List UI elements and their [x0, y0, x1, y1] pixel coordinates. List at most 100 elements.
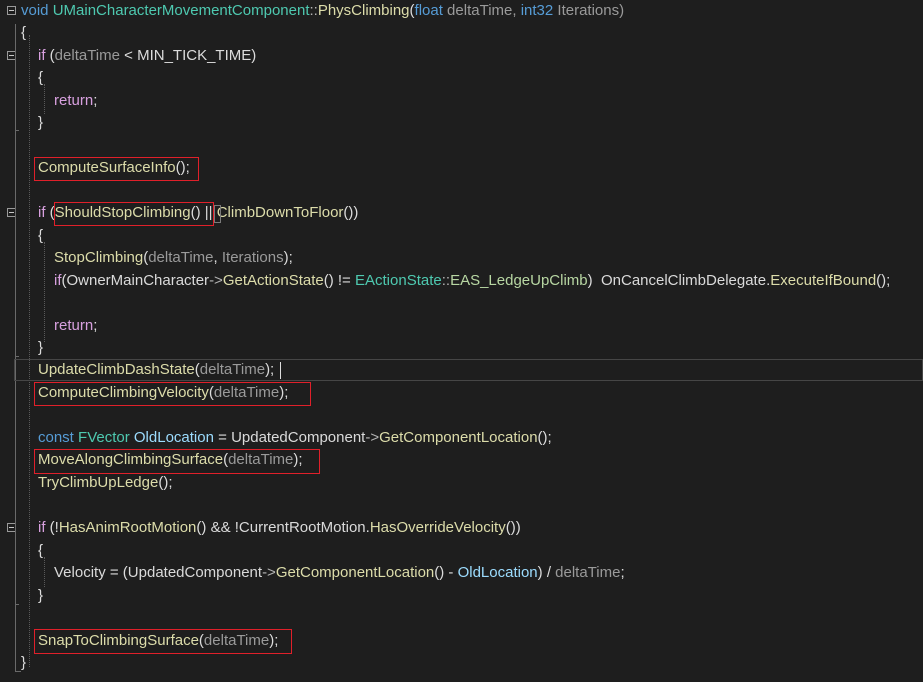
code-token: () -: [434, 564, 458, 581]
code-line[interactable]: return;: [0, 90, 923, 113]
code-token: ClimbDownToFloor: [216, 204, 344, 221]
code-token: }: [38, 339, 44, 356]
code-token: if: [38, 204, 46, 221]
code-token: ();: [158, 474, 173, 491]
code-token: deltaTime: [199, 361, 266, 378]
highlight-box-snap-to-climbing-surface: [34, 629, 292, 654]
code-line-text: TryClimbUpLedge();: [38, 472, 173, 495]
code-line[interactable]: const FVector OldLocation = UpdatedCompo…: [0, 427, 923, 450]
code-token: if: [38, 519, 46, 536]
code-line[interactable]: UpdateClimbDashState(deltaTime);: [0, 359, 923, 382]
code-token: deltaTime,: [442, 2, 521, 19]
code-token: {: [21, 24, 27, 41]
code-token: EActionState: [355, 272, 442, 289]
code-line[interactable]: [0, 180, 923, 203]
code-token: ->: [365, 429, 380, 446]
code-token: ;: [93, 317, 98, 334]
code-token: float: [414, 2, 443, 19]
code-token: if: [54, 272, 62, 289]
code-token: return: [54, 92, 94, 109]
code-token: ;: [620, 564, 625, 581]
code-line[interactable]: TryClimbUpLedge();: [0, 472, 923, 495]
code-token: HasOverrideVelocity: [369, 519, 506, 536]
code-token: deltaTime: [555, 564, 621, 581]
code-line-text: if(OwnerMainCharacter->GetActionState() …: [54, 270, 890, 293]
code-line[interactable]: {: [0, 225, 923, 248]
code-line[interactable]: {: [0, 67, 923, 90]
code-line[interactable]: }: [0, 112, 923, 135]
text-caret: [280, 362, 281, 379]
code-token: {: [38, 69, 44, 86]
code-token: ();: [876, 272, 891, 289]
code-token: =: [213, 429, 232, 446]
code-token: GetActionState: [222, 272, 324, 289]
code-token: ::: [309, 2, 318, 19]
code-token: UpdatedComponent: [231, 429, 366, 446]
code-token: deltaTime: [148, 249, 214, 266]
code-token: (: [45, 47, 55, 64]
code-token: < MIN_TICK_TIME): [119, 47, 257, 64]
code-line[interactable]: if(OwnerMainCharacter->GetActionState() …: [0, 270, 923, 293]
code-line-text: }: [38, 112, 43, 135]
code-line-text: }: [38, 585, 43, 608]
code-token: = (: [105, 564, 128, 581]
code-token: if: [38, 47, 46, 64]
code-token: UpdatedComponent: [127, 564, 263, 581]
code-token: ()): [343, 204, 359, 221]
code-token: EAS_LedgeUpClimb: [450, 272, 588, 289]
code-line-text: if (!HasAnimRootMotion() && !CurrentRoot…: [38, 517, 521, 540]
code-token: ->: [209, 272, 223, 289]
code-line[interactable]: }: [0, 652, 923, 675]
code-token: ) /: [537, 564, 556, 581]
code-line-text: return;: [54, 90, 97, 113]
code-token: FVector: [78, 429, 130, 446]
code-token: OwnerMainCharacter: [66, 272, 210, 289]
code-line[interactable]: [0, 135, 923, 158]
code-line[interactable]: [0, 292, 923, 315]
code-line[interactable]: void UMainCharacterMovementComponent::Ph…: [0, 0, 923, 23]
code-token: () !=: [323, 272, 355, 289]
code-token: return: [54, 317, 94, 334]
code-editor[interactable]: void UMainCharacterMovementComponent::Ph…: [0, 0, 923, 682]
code-token: ();: [537, 429, 552, 446]
code-line[interactable]: return;: [0, 315, 923, 338]
code-line[interactable]: }: [0, 585, 923, 608]
code-token: PhysClimbing: [317, 2, 410, 19]
code-token: ExecuteIfBound: [770, 272, 877, 289]
code-line[interactable]: [0, 495, 923, 518]
code-token: GetComponentLocation: [275, 564, 435, 581]
code-token: deltaTime: [54, 47, 120, 64]
code-line[interactable]: if (!HasAnimRootMotion() && !CurrentRoot…: [0, 517, 923, 540]
code-line[interactable]: [0, 405, 923, 428]
code-line[interactable]: Velocity = (UpdatedComponent->GetCompone…: [0, 562, 923, 585]
code-line-text: const FVector OldLocation = UpdatedCompo…: [38, 427, 552, 450]
highlight-box-should-stop-climbing: [54, 202, 214, 226]
code-line[interactable]: StopClimbing(deltaTime, Iterations);: [0, 247, 923, 270]
code-token: Iterations): [553, 2, 625, 19]
code-line[interactable]: if (deltaTime < MIN_TICK_TIME): [0, 45, 923, 68]
code-line-text: }: [21, 652, 26, 675]
code-line-text: {: [21, 22, 26, 45]
code-line[interactable]: {: [0, 540, 923, 563]
code-token: OnCancelClimbDelegate: [600, 272, 767, 289]
bracket-match-highlight: [214, 205, 221, 223]
highlight-box-compute-climbing-velocity: [34, 382, 311, 406]
code-line-text: {: [38, 540, 43, 563]
code-token: UMainCharacterMovementComponent: [52, 2, 310, 19]
code-line[interactable]: [0, 607, 923, 630]
code-token: GetComponentLocation: [379, 429, 538, 446]
code-token: TryClimbUpLedge: [38, 474, 159, 491]
code-token: OldLocation: [457, 564, 538, 581]
code-token: }: [21, 654, 27, 671]
code-line-text: if (deltaTime < MIN_TICK_TIME): [38, 45, 256, 68]
code-token: StopClimbing: [54, 249, 144, 266]
code-token: {: [38, 227, 44, 244]
code-token: }: [38, 114, 44, 131]
code-line[interactable]: }: [0, 337, 923, 360]
code-line-text: {: [38, 225, 43, 248]
code-token: );: [283, 249, 293, 266]
code-line-text: }: [38, 337, 43, 360]
code-line-text: return;: [54, 315, 97, 338]
code-line[interactable]: {: [0, 22, 923, 45]
code-token: const: [38, 429, 74, 446]
